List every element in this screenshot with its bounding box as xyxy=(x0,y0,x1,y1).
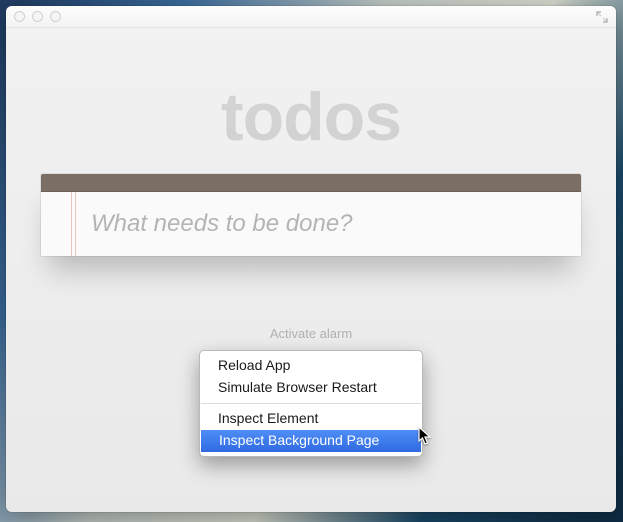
context-menu-separator xyxy=(201,403,421,404)
paper-margin-line xyxy=(71,192,72,256)
card-body xyxy=(41,192,581,256)
context-menu-item-reload-app[interactable]: Reload App xyxy=(200,355,422,377)
fullscreen-icon[interactable] xyxy=(594,9,610,25)
page-title: todos xyxy=(6,28,616,156)
desktop-background: todos Activate alarm Reload App Simulate… xyxy=(0,0,623,522)
context-menu-item-inspect-background[interactable]: Inspect Background Page xyxy=(201,430,421,452)
traffic-lights xyxy=(14,11,61,22)
zoom-icon[interactable] xyxy=(50,11,61,22)
close-icon[interactable] xyxy=(14,11,25,22)
context-menu: Reload App Simulate Browser Restart Insp… xyxy=(199,350,423,457)
minimize-icon[interactable] xyxy=(32,11,43,22)
context-menu-item-simulate-restart[interactable]: Simulate Browser Restart xyxy=(200,377,422,399)
new-todo-input[interactable] xyxy=(91,192,569,256)
paper-margin-line xyxy=(75,192,76,256)
activate-alarm-link[interactable]: Activate alarm xyxy=(270,326,352,341)
card-header-bar xyxy=(41,174,581,192)
todo-card xyxy=(41,174,581,256)
window-titlebar[interactable] xyxy=(6,6,616,28)
context-menu-item-inspect-element[interactable]: Inspect Element xyxy=(200,408,422,430)
